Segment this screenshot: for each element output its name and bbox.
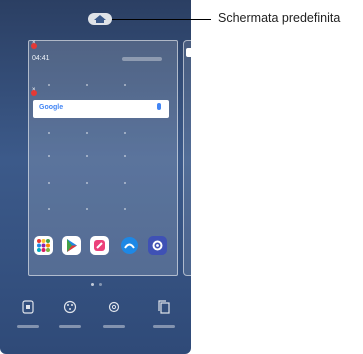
grid-dot [124, 155, 126, 157]
widgets-label [17, 325, 39, 328]
pen-icon[interactable] [90, 236, 109, 255]
grid-dot [124, 84, 126, 86]
next-screen-preview-card[interactable] [183, 40, 191, 276]
phone-screen: 04:41 Google [0, 0, 191, 354]
browser-icon[interactable] [121, 237, 138, 254]
grid-dot [86, 208, 88, 210]
side-card-icon [186, 48, 191, 57]
home-indicator-pill[interactable] [88, 13, 112, 25]
grid-dot [48, 155, 50, 157]
widgets-icon[interactable] [22, 300, 34, 314]
callout-line [112, 19, 211, 20]
grid-dot [124, 182, 126, 184]
page-indicator-home [91, 283, 94, 286]
grid-dot [86, 132, 88, 134]
grid-dot [48, 132, 50, 134]
page-indicator-dot [99, 283, 102, 286]
grid-dot [86, 155, 88, 157]
grid-dot [86, 84, 88, 86]
screen-label [153, 325, 175, 328]
clock-details-blur [122, 57, 162, 61]
grid-dot [48, 182, 50, 184]
theme-label [59, 325, 81, 328]
grid-dot [86, 182, 88, 184]
home-settings-label [103, 325, 125, 328]
callout-label: Schermata predefinita [218, 11, 341, 25]
google-search-widget[interactable]: Google [33, 100, 169, 118]
google-logo: Google [39, 104, 64, 111]
grid-dot [48, 208, 50, 210]
close-icon[interactable] [31, 87, 37, 96]
theme-icon[interactable] [63, 300, 77, 314]
play-store-icon[interactable] [62, 236, 81, 255]
grid-dot [124, 208, 126, 210]
apps-icon[interactable] [34, 236, 53, 255]
close-icon[interactable] [31, 40, 37, 49]
grid-dot [48, 84, 50, 86]
gear-icon[interactable] [107, 300, 120, 314]
copy-icon[interactable] [158, 300, 170, 314]
grid-dot [124, 132, 126, 134]
settings-icon[interactable] [148, 236, 167, 255]
clock-text: 04:41 [32, 55, 50, 62]
home-icon [94, 15, 106, 23]
mic-icon[interactable] [157, 103, 161, 110]
